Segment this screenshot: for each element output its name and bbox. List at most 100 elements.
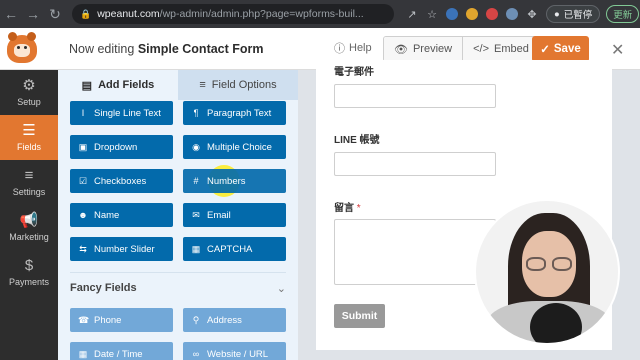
fields-panel: ▤ Add Fields ≡ Field Options I Single Li…	[58, 70, 298, 360]
sidebar-item-fields[interactable]: ☰ Fields	[0, 115, 58, 160]
sliders-icon: ≡	[24, 167, 34, 184]
editing-prefix: Now editing	[69, 41, 135, 56]
embed-button[interactable]: </> Embed	[462, 37, 539, 61]
field-phone[interactable]: ☎ Phone	[70, 308, 173, 332]
list-icon: ▤	[81, 79, 93, 92]
field-label: Dropdown	[94, 141, 138, 153]
captcha-icon: ▦	[191, 243, 201, 254]
dollar-icon: $	[24, 257, 34, 274]
field-label: Email	[207, 209, 231, 221]
code-icon: </>	[473, 43, 489, 55]
tab-add-fields[interactable]: ▤ Add Fields	[58, 70, 178, 100]
list-icon: ☰	[22, 122, 36, 139]
line-field-label[interactable]: LINE 帳號	[334, 131, 380, 146]
field-label: Checkboxes	[94, 175, 147, 187]
megaphone-icon: 📢	[19, 212, 39, 229]
sidebar-item-setup[interactable]: ⚙ Setup	[0, 70, 58, 115]
line-field[interactable]	[334, 152, 496, 176]
save-button[interactable]: ✓ Save	[532, 36, 589, 62]
extension-r-icon[interactable]	[482, 0, 502, 28]
email-field[interactable]	[334, 84, 496, 108]
extension-w-icon[interactable]	[442, 0, 462, 28]
sidebar-item-settings[interactable]: ≡ Settings	[0, 160, 58, 205]
sidebar-item-label: Payments	[8, 277, 50, 287]
submit-button[interactable]: Submit	[334, 304, 385, 328]
hash-icon: #	[193, 176, 199, 186]
preview-embed-group: 👁 Preview </> Embed	[383, 36, 540, 62]
field-paragraph-text[interactable]: ¶ Paragraph Text	[183, 101, 286, 125]
fancy-fields-toggle[interactable]: Fancy Fields ⌄	[70, 282, 286, 295]
page-title: Now editing Simple Contact Form	[69, 42, 264, 56]
section-divider	[70, 272, 286, 273]
field-label: Numbers	[207, 175, 246, 187]
sidebar-item-marketing[interactable]: 📢 Marketing	[0, 205, 58, 250]
field-label: Paragraph Text	[207, 107, 272, 119]
field-number-slider[interactable]: ⇆ Number Slider	[70, 237, 173, 261]
field-multiple-choice[interactable]: ◉ Multiple Choice	[183, 135, 286, 159]
paragraph-icon: ¶	[193, 108, 199, 118]
back-arrow-icon[interactable]: ←	[0, 0, 22, 28]
browser-toolbar: ← → ↻ 🔒 wpeanut.com /wp-admin/admin.php?…	[0, 0, 640, 28]
text-cursor-icon: I	[81, 108, 85, 118]
avatar: ●	[554, 8, 560, 20]
profile-paused-button[interactable]: ● 已暫停	[546, 5, 601, 23]
field-website-url[interactable]: ∞ Website / URL	[183, 342, 286, 360]
help-button[interactable]: ⓘ Help	[334, 40, 372, 56]
wpforms-logo	[0, 28, 44, 70]
field-label: Address	[207, 314, 242, 326]
field-captcha[interactable]: ▦ CAPTCHA	[183, 237, 286, 261]
embed-label: Embed	[494, 43, 529, 55]
address-bar[interactable]: 🔒 wpeanut.com /wp-admin/admin.php?page=w…	[72, 4, 394, 24]
save-label: Save	[553, 43, 581, 55]
question-circle-icon: ⓘ	[334, 43, 345, 55]
envelope-icon: ✉	[192, 209, 200, 220]
forward-arrow-icon[interactable]: →	[22, 0, 44, 28]
tab-label: Field Options	[211, 79, 277, 91]
calendar-icon: ▦	[78, 348, 88, 359]
message-field[interactable]	[334, 219, 496, 285]
field-address[interactable]: ⚲ Address	[183, 308, 286, 332]
update-button[interactable]: 更新	[606, 5, 640, 23]
field-date-time[interactable]: ▦ Date / Time	[70, 342, 173, 360]
check-icon: ✓	[540, 44, 550, 56]
bookmark-star-icon[interactable]: ☆	[422, 0, 442, 28]
reload-icon[interactable]: ↻	[44, 0, 66, 28]
share-icon[interactable]: ↗	[402, 0, 422, 28]
map-pin-icon: ⚲	[192, 314, 200, 325]
tab-label: Add Fields	[98, 79, 155, 91]
field-label: Date / Time	[94, 348, 143, 360]
extension-a-icon[interactable]	[462, 0, 482, 28]
dropdown-icon: ▣	[78, 141, 88, 152]
field-label: Multiple Choice	[207, 141, 272, 153]
field-label: Single Line Text	[94, 107, 161, 119]
lock-icon: 🔒	[80, 8, 92, 19]
phone-icon: ☎	[78, 314, 90, 325]
bear-icon	[7, 31, 37, 63]
paused-label: 已暫停	[563, 10, 593, 21]
field-name[interactable]: ☻ Name	[70, 203, 173, 227]
checkbox-icon: ☑	[78, 175, 88, 186]
message-field-label[interactable]: 留言 *	[334, 199, 361, 214]
sidebar-item-payments[interactable]: $ Payments	[0, 250, 58, 295]
eye-icon: 👁	[394, 43, 408, 56]
field-dropdown[interactable]: ▣ Dropdown	[70, 135, 173, 159]
extension-tag-icon[interactable]	[502, 0, 522, 28]
field-email[interactable]: ✉ Email	[183, 203, 286, 227]
close-icon[interactable]: ✕	[611, 40, 624, 60]
email-field-label[interactable]: 電子郵件	[334, 63, 374, 78]
field-numbers[interactable]: # Numbers	[183, 169, 286, 193]
builder-sidebar: ⚙ Setup ☰ Fields ≡ Settings 📢 Marketing …	[0, 70, 58, 360]
preview-label: Preview	[412, 43, 453, 55]
puzzle-icon[interactable]: ✥	[522, 0, 542, 28]
user-icon: ☻	[78, 210, 88, 220]
form-name: Simple Contact Form	[137, 41, 264, 56]
link-icon: ∞	[192, 349, 200, 359]
required-mark: *	[356, 203, 361, 214]
sidebar-item-label: Fields	[16, 142, 41, 152]
field-checkboxes[interactable]: ☑ Checkboxes	[70, 169, 173, 193]
message-label-text: 留言	[334, 203, 354, 214]
field-label: Phone	[94, 314, 122, 326]
preview-button[interactable]: 👁 Preview	[384, 37, 463, 61]
field-single-line-text[interactable]: I Single Line Text	[70, 101, 173, 125]
tab-field-options[interactable]: ≡ Field Options	[178, 70, 298, 100]
